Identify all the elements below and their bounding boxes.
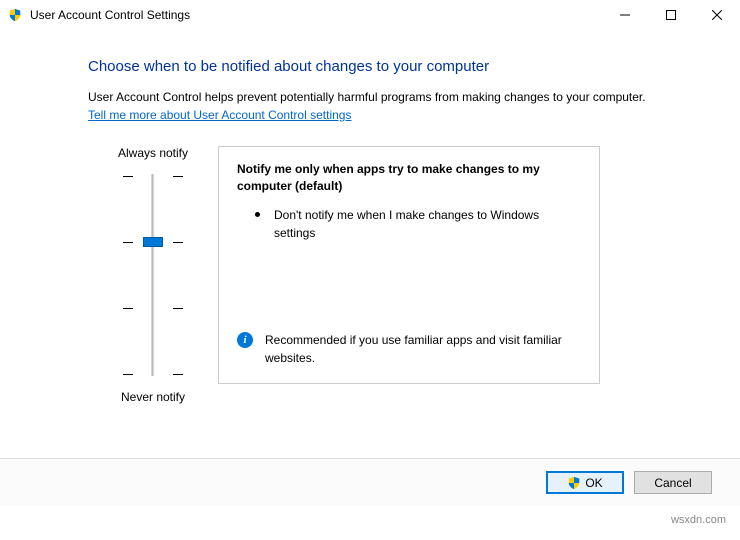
- window-controls: [602, 0, 740, 30]
- uac-shield-icon: [8, 8, 22, 22]
- info-icon: i: [237, 332, 253, 348]
- dialog-footer: OK Cancel: [0, 458, 740, 506]
- window-title: User Account Control Settings: [30, 8, 602, 22]
- panel-recommendation-row: i Recommended if you use familiar apps a…: [237, 331, 581, 373]
- uac-shield-icon: [567, 476, 581, 490]
- slider-tick: [123, 374, 183, 375]
- watermark: wsxdn.com: [671, 514, 726, 526]
- ok-button[interactable]: OK: [546, 471, 624, 494]
- slider-column: Always notify Never notify: [88, 146, 218, 404]
- panel-bullet-text: Don't notify me when I make changes to W…: [274, 206, 581, 242]
- slider-area: Always notify Never notify Notify me onl…: [88, 146, 716, 404]
- slider-track: [152, 174, 155, 376]
- slider-label-never: Never notify: [121, 390, 185, 404]
- ok-button-label: OK: [585, 476, 602, 490]
- slider-tick: [123, 308, 183, 309]
- cancel-button-label: Cancel: [654, 476, 691, 490]
- slider-label-always: Always notify: [118, 146, 188, 160]
- learn-more-link[interactable]: Tell me more about User Account Control …: [88, 108, 351, 122]
- cancel-button[interactable]: Cancel: [634, 471, 712, 494]
- titlebar: User Account Control Settings: [0, 0, 740, 30]
- minimize-button[interactable]: [602, 0, 648, 30]
- page-description: User Account Control helps prevent poten…: [88, 89, 716, 106]
- page-heading: Choose when to be notified about changes…: [88, 58, 716, 75]
- notification-slider[interactable]: [123, 170, 183, 380]
- close-button[interactable]: [694, 0, 740, 30]
- panel-title: Notify me only when apps try to make cha…: [237, 161, 581, 195]
- content-area: Choose when to be notified about changes…: [0, 30, 740, 404]
- panel-recommendation-text: Recommended if you use familiar apps and…: [265, 331, 581, 367]
- maximize-button[interactable]: [648, 0, 694, 30]
- bullet-icon: [255, 212, 260, 217]
- panel-bullet-row: Don't notify me when I make changes to W…: [237, 206, 581, 242]
- slider-tick: [123, 176, 183, 177]
- slider-thumb[interactable]: [143, 237, 163, 247]
- notification-level-panel: Notify me only when apps try to make cha…: [218, 146, 600, 384]
